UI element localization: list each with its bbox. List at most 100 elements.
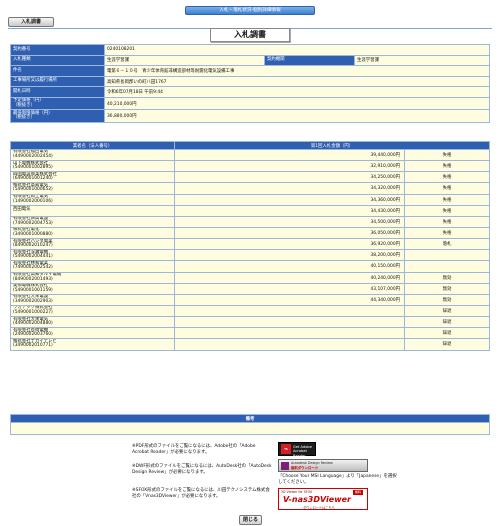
bidder-name: 有限会社岡上電気 (1490002000106) bbox=[10, 193, 175, 206]
remarks-label: 備考 bbox=[10, 414, 490, 423]
bidder-name: 有限会社ハシダ電業 (8490002010247) bbox=[10, 238, 175, 251]
table-row: 西田電気 34,430,000円 失格 bbox=[10, 204, 490, 217]
bid-date-label: 開札日時 bbox=[10, 86, 105, 98]
table-row: 有限会社福西電気 (4490002002454) 39,440,000円 失格 bbox=[10, 148, 490, 162]
bidder-name: 有限会社長崎電機 (2490002003760) bbox=[10, 327, 175, 340]
page-title: 入札調書 bbox=[210, 28, 290, 42]
free-badge: 無料 bbox=[353, 490, 363, 495]
col-bid-amount: 第1回入札金額（円） bbox=[174, 141, 490, 150]
table-row: 四国電設興業株式会社 (6490001001240) 34,250,000円 失格 bbox=[10, 171, 490, 184]
bid-result: 辞退 bbox=[404, 304, 490, 318]
bid-amount bbox=[174, 327, 405, 340]
contract-no-label: 契約番号 bbox=[10, 44, 105, 56]
bid-amount: 34,360,000円 bbox=[174, 193, 405, 206]
bidder-corp-number: (2490002003760) bbox=[13, 332, 53, 338]
bidder-corp-number: (5490001002895) bbox=[13, 165, 53, 171]
bid-result bbox=[404, 260, 490, 273]
dept-label: 契約機関 bbox=[264, 54, 355, 67]
bid-result: 落札 bbox=[404, 238, 490, 251]
bidder-name: 美那電機株式会社 (5490001001159) bbox=[10, 282, 175, 295]
bidder-corp-number: (4490002004880) bbox=[13, 321, 53, 327]
bidder-corp-number: (3490002010771) bbox=[13, 343, 53, 349]
bidder-name: 西田電気 bbox=[10, 204, 175, 217]
design-review-badge[interactable]: Autodesk Design Review 無料ダウンロード bbox=[278, 459, 368, 472]
bid-amount: 34,320,000円 bbox=[174, 182, 405, 195]
location-value: 高知県長岡郡いの町八田1767 bbox=[104, 75, 490, 88]
table-row: 有限会社岡上電気 (1490002000106) 34,360,000円 失格 bbox=[10, 193, 490, 206]
project-value: 電第６－１０号 青少年体育館非構造部材等耐震化電気設備工事 bbox=[104, 65, 490, 77]
table-row: 株式会社電化 (3490001000880) 36,050,000円 失格 bbox=[10, 226, 490, 240]
bid-amount: 32,910,000円 bbox=[174, 160, 405, 173]
acrobat-reader-badge[interactable]: ⌁ Get Adobe Acrobat Reader bbox=[278, 442, 316, 458]
bid-amount: 44,340,000円 bbox=[174, 293, 405, 306]
bid-amount: 43,107,000円 bbox=[174, 282, 405, 295]
bid-amount: 40,150,000円 bbox=[174, 260, 405, 273]
bidder-corp-number: (7490002004753) bbox=[13, 220, 53, 226]
table-row: 山下電機株式会社 (5490001002895) 32,910,000円 失格 bbox=[10, 160, 490, 173]
bid-result: 失格 bbox=[404, 204, 490, 217]
vnas-logo: V-nas3DViewer bbox=[283, 495, 351, 504]
bid-result: 失格 bbox=[404, 182, 490, 195]
bid-amount: 34,250,000円 bbox=[174, 171, 405, 184]
tab-bid-record[interactable]: 入札調書 bbox=[8, 17, 54, 27]
bidder-name: 有限会社高知ダルマ電機 (8490002001493) bbox=[10, 271, 175, 284]
bidder-name: 株式会社ナカイテレビ (3490002010771) bbox=[10, 338, 175, 351]
table-row: 有限会社大栄電設 (3490002002903) 44,340,000円 無効 bbox=[10, 293, 490, 306]
bidder-name: 山下電機株式会社 (5490001002895) bbox=[10, 160, 175, 173]
dept-value: 生涯学習課 bbox=[354, 54, 490, 67]
bidder-corp-number: (3490002002903) bbox=[13, 298, 53, 304]
table-row: 有限会社大栄電気 (4490002004880) 辞退 bbox=[10, 316, 490, 329]
bid-result: 無効 bbox=[404, 282, 490, 295]
table-row: 株式会社高知電気 (5490001000652) 34,320,000円 失格 bbox=[10, 182, 490, 195]
bidder-corp-number: (5490001000652) bbox=[13, 187, 53, 193]
bidder-corp-number: (5490001001159) bbox=[13, 287, 53, 293]
bidder-corp-number: (5490001000227) bbox=[13, 310, 53, 316]
bidder-name: 有限会社福西電気 (4490002002454) bbox=[10, 148, 175, 162]
dwf-note: ※DWF形式のファイルをご覧になるには、AutoDesk社の「AutoDesk … bbox=[132, 464, 272, 475]
close-button[interactable]: 閉じる bbox=[239, 515, 262, 525]
bid-method-label: 入札種類 bbox=[10, 54, 105, 67]
planned-price-label: 予定価格（円） （税抜き） bbox=[10, 96, 105, 111]
bid-result: 辞退 bbox=[404, 338, 490, 351]
col-bidder-name: 業者名（法人番号） bbox=[10, 141, 175, 150]
acrobat-badge-line2: Acrobat Reader bbox=[293, 449, 307, 458]
bidder-name: 株式会社高知電気 (5490001000652) bbox=[10, 182, 175, 195]
bid-info-table: 契約番号 0240108201 入札種類 生涯学習課 契約機関 生涯学習課 件名… bbox=[10, 44, 490, 123]
bid-result: 失格 bbox=[404, 226, 490, 240]
bid-amount: 34,430,000円 bbox=[174, 204, 405, 217]
bidder-company: 西田電気 bbox=[13, 207, 31, 213]
acrobat-icon: ⌁ bbox=[281, 444, 291, 454]
bid-result: 失格 bbox=[404, 160, 490, 173]
bid-results-table: 業者名（法人番号） 第1回入札金額（円） 有限会社福西電気 (4490002002… bbox=[10, 141, 490, 351]
table-row: 株式会社ナカイテレビ (3490002010771) 辞退 bbox=[10, 338, 490, 351]
bid-result: 無効 bbox=[404, 293, 490, 306]
vnas-download-text: ダウンロードはこちら bbox=[303, 506, 335, 510]
remarks-value bbox=[10, 422, 490, 435]
contract-no-value: 0240108201 bbox=[104, 44, 490, 56]
table-row: ワカテック株式会社 (5490001000227) 辞退 bbox=[10, 304, 490, 318]
bidder-corp-number: (8490002001493) bbox=[13, 276, 53, 282]
bidder-name: 有限会社興高電設 (7490002004753) bbox=[10, 215, 175, 228]
bid-amount bbox=[174, 338, 405, 351]
bidder-name: 有限会社大栄電設 (3490002002903) bbox=[10, 293, 175, 306]
bid-amount: 39,440,000円 bbox=[174, 148, 405, 162]
bid-amount: 38,200,000円 bbox=[174, 249, 405, 262]
bidder-name: 有限会社深瀬電機 (5490002004441) bbox=[10, 249, 175, 262]
location-label: 工事場所又は履行場所 bbox=[10, 75, 105, 88]
bid-amount: 34,500,000円 bbox=[174, 215, 405, 228]
table-row: 有限会社長崎電機 (2490002003760) 辞退 bbox=[10, 327, 490, 340]
pdf-note: ※PDF形式のファイルをご覧になるには、Adobe社の「Adobe Acroba… bbox=[132, 444, 256, 455]
bid-amount: 36,050,000円 bbox=[174, 226, 405, 240]
bidder-name: 株式会社電化 (3490001000880) bbox=[10, 226, 175, 240]
bid-date-value: 令和6年07月18日 午前9:44 bbox=[104, 86, 490, 98]
vnas-badge-top: 3D Viewer for SFOX bbox=[281, 490, 313, 494]
bidder-corp-number: (4490002002454) bbox=[13, 154, 53, 160]
bid-result bbox=[404, 249, 490, 262]
bidder-name: 四国電設興業株式会社 (6490001001240) bbox=[10, 171, 175, 184]
table-row: 有限会社ハシダ電業 (8490002010247) 36,920,000円 落札 bbox=[10, 238, 490, 251]
bid-result: 失格 bbox=[404, 215, 490, 228]
vnas-viewer-badge[interactable]: 3D Viewer for SFOX 無料 V-nas3DViewer ダウンロ… bbox=[278, 488, 368, 510]
planned-price-value: 40,210,000円 bbox=[104, 96, 490, 111]
min-price-value: 36,880,000円 bbox=[104, 109, 490, 123]
bid-result: 失格 bbox=[404, 148, 490, 162]
